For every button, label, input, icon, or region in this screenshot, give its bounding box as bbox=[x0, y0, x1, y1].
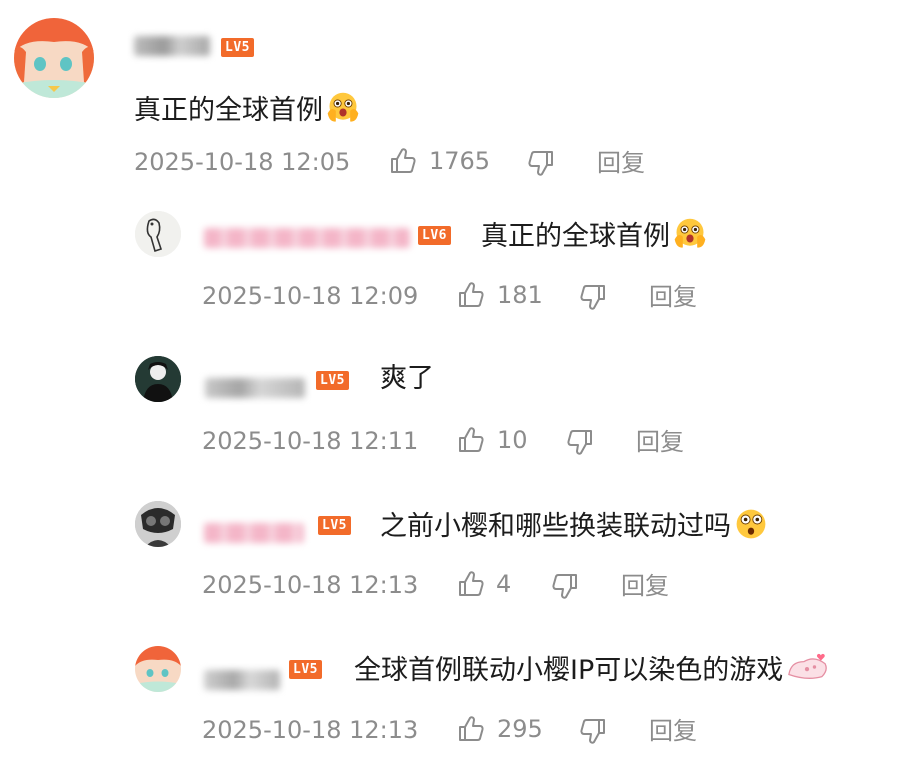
astonished-face-hands-emoji bbox=[325, 90, 361, 126]
avatar[interactable] bbox=[135, 211, 181, 257]
comment-text-body: 真正的全球首例 bbox=[134, 95, 323, 126]
comment-text-body: 之前小樱和哪些换装联动过吗 bbox=[380, 511, 731, 542]
username-redacted[interactable] bbox=[204, 670, 280, 690]
username-redacted[interactable] bbox=[204, 523, 304, 543]
reply-button[interactable]: 回复 bbox=[649, 282, 697, 312]
avatar-mask-image bbox=[135, 501, 181, 547]
like-count: 10 bbox=[497, 426, 528, 454]
like-count: 1765 bbox=[429, 147, 491, 175]
level-badge: LV5 bbox=[221, 38, 254, 57]
surprised-face-emoji bbox=[733, 506, 769, 542]
thumbs-up-icon[interactable] bbox=[456, 280, 486, 310]
reply-button[interactable]: 回复 bbox=[621, 571, 669, 601]
level-badge: LV5 bbox=[289, 660, 322, 679]
comment-timestamp: 2025-10-18 12:09 bbox=[202, 282, 419, 310]
level-badge: LV5 bbox=[318, 516, 351, 535]
thumbs-down-icon[interactable] bbox=[526, 148, 556, 178]
reply-button[interactable]: 回复 bbox=[597, 148, 645, 178]
thumbs-down-icon[interactable] bbox=[550, 571, 580, 601]
like-count: 4 bbox=[496, 570, 512, 598]
avatar-anime-girl-image bbox=[135, 646, 181, 692]
thumbs-down-icon[interactable] bbox=[578, 282, 608, 312]
like-count: 181 bbox=[497, 281, 543, 309]
thumbs-down-icon[interactable] bbox=[578, 716, 608, 746]
comment-timestamp: 2025-10-18 12:11 bbox=[202, 427, 419, 455]
thumbs-up-icon[interactable] bbox=[456, 425, 486, 455]
avatar[interactable] bbox=[135, 501, 181, 547]
level-badge: LV5 bbox=[316, 371, 349, 390]
like-count: 295 bbox=[497, 715, 543, 743]
comment-timestamp: 2025-10-18 12:13 bbox=[202, 716, 419, 744]
cat-paw-sticker bbox=[785, 651, 829, 683]
comment-text: 全球首例联动小樱IP可以染色的游戏 bbox=[354, 651, 829, 689]
thumbs-up-icon[interactable] bbox=[456, 569, 486, 599]
comment-text: 爽了 bbox=[380, 361, 434, 397]
comment-text: 真正的全球首例 bbox=[134, 90, 361, 129]
avatar[interactable] bbox=[14, 18, 94, 98]
username-redacted[interactable] bbox=[204, 228, 410, 248]
username-redacted[interactable] bbox=[134, 36, 210, 56]
comment-text: 之前小樱和哪些换装联动过吗 bbox=[380, 506, 769, 545]
reply-button[interactable]: 回复 bbox=[636, 427, 684, 457]
avatar[interactable] bbox=[135, 356, 181, 402]
thumbs-down-icon[interactable] bbox=[565, 427, 595, 457]
avatar-anime-girl-image bbox=[14, 18, 94, 98]
avatar[interactable] bbox=[135, 646, 181, 692]
username-redacted[interactable] bbox=[205, 378, 305, 398]
comment-text-body: 真正的全球首例 bbox=[481, 221, 670, 252]
avatar-sketch-image bbox=[135, 211, 181, 257]
reply-button[interactable]: 回复 bbox=[649, 716, 697, 746]
thumbs-up-icon[interactable] bbox=[388, 146, 418, 176]
comment-text-body: 爽了 bbox=[380, 363, 434, 394]
thumbs-up-icon[interactable] bbox=[456, 714, 486, 744]
comment-text: 真正的全球首例 bbox=[481, 216, 708, 255]
astonished-face-hands-emoji bbox=[672, 216, 708, 252]
comment-text-body: 全球首例联动小樱IP可以染色的游戏 bbox=[354, 655, 784, 686]
comment-timestamp: 2025-10-18 12:13 bbox=[202, 571, 419, 599]
level-badge: LV6 bbox=[418, 226, 451, 245]
avatar-dark-figure-image bbox=[135, 356, 181, 402]
comment-timestamp: 2025-10-18 12:05 bbox=[134, 148, 351, 176]
